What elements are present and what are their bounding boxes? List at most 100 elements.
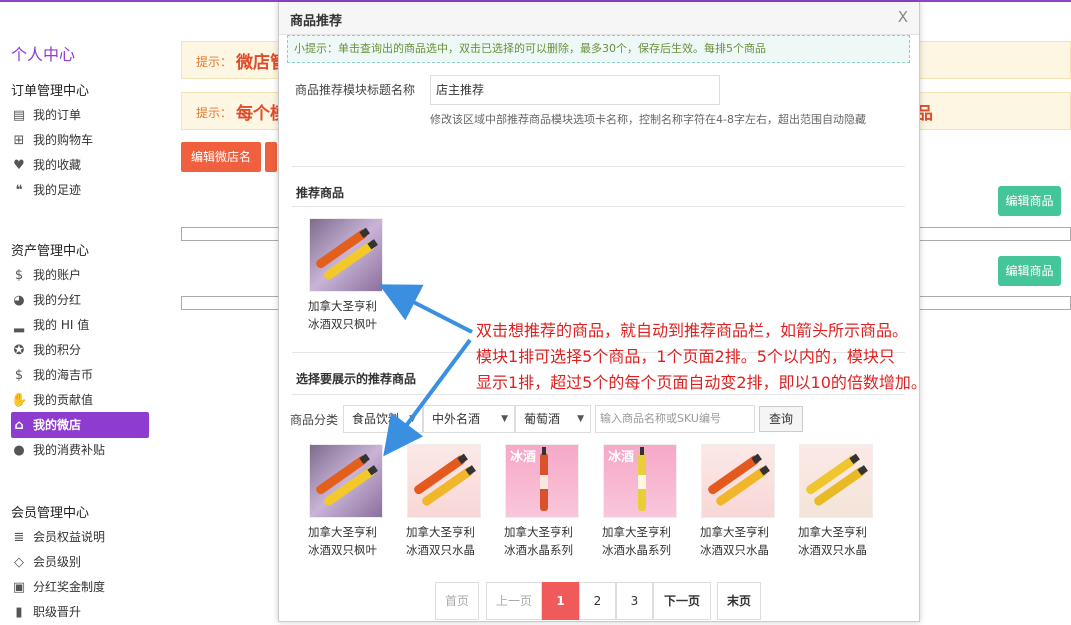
diamond-icon: ◇ bbox=[14, 554, 24, 570]
sidebar-item[interactable]: ◕ 我的分红 bbox=[11, 287, 149, 313]
sidebar-item-label: 我的微店 bbox=[33, 418, 82, 432]
sidebar-item[interactable]: ⊞ 我的购物车 bbox=[11, 127, 149, 153]
annotation-line: 双击想推荐的商品，就自动到推荐商品栏，如箭头所示商品。 bbox=[476, 321, 909, 340]
product-name: 加拿大圣亨利冰酒双只水晶 bbox=[406, 525, 475, 557]
title-input[interactable]: 店主推荐 bbox=[430, 75, 720, 105]
category-select-1[interactable]: 食品饮料 ▼ bbox=[343, 405, 423, 433]
product-card[interactable]: 冰酒加拿大圣亨利冰酒水晶系列 bbox=[504, 444, 579, 559]
product-card[interactable]: 冰酒 加拿大圣亨利冰酒水晶系列 bbox=[602, 444, 677, 559]
piggy-bank-icon: ● bbox=[13, 442, 25, 458]
sidebar-item[interactable]: ✪ 我的积分 bbox=[11, 337, 149, 363]
svg-text:冰酒: 冰酒 bbox=[608, 449, 634, 465]
query-button[interactable]: 查询 bbox=[759, 406, 803, 432]
select-value: 葡萄酒 bbox=[524, 412, 561, 426]
heart-icon: ♥ bbox=[13, 157, 25, 173]
cart-icon: ⊞ bbox=[13, 132, 25, 148]
category-label: 商品分类 bbox=[290, 413, 339, 427]
sidebar-section-title: 会员管理中心 bbox=[11, 506, 90, 521]
document-icon: ≣ bbox=[13, 529, 25, 545]
product-card[interactable]: 加拿大圣亨利冰酒双只枫叶 bbox=[308, 444, 383, 559]
sidebar-item-label: 会员级别 bbox=[33, 555, 82, 569]
category-select-3[interactable]: 葡萄酒 ▼ bbox=[515, 405, 591, 433]
chevron-down-icon: ▼ bbox=[501, 414, 508, 424]
sidebar-item-label: 我的分红 bbox=[33, 293, 82, 307]
footprint-icon: ❝ bbox=[15, 182, 23, 198]
product-image bbox=[407, 444, 481, 518]
select-value: 中外名酒 bbox=[432, 412, 481, 426]
product-image bbox=[309, 444, 383, 518]
category-select-2[interactable]: 中外名酒 ▼ bbox=[423, 405, 515, 433]
tip-label: 提示： bbox=[196, 106, 233, 120]
recommended-product[interactable]: 加拿大圣亨利冰酒双只枫叶 bbox=[308, 218, 383, 333]
sidebar-item-label: 职级晋升 bbox=[33, 605, 82, 619]
shop-icon: ⌂ bbox=[14, 417, 24, 433]
recommend-dialog: 商品推荐 X 小提示：单击查询出的商品选中，双击已选择的可以删除，最多30个，保… bbox=[278, 2, 920, 622]
product-card[interactable]: 加拿大圣亨利冰酒双只水晶 bbox=[406, 444, 481, 559]
sidebar-item[interactable]: ❝ 我的足迹 bbox=[11, 177, 149, 203]
coin-bag-icon: $ bbox=[14, 367, 24, 383]
annotation-line: 显示1排，超过5个的每个页面自动变2排，即以10的倍数增加。 bbox=[476, 373, 927, 392]
product-name: 加拿大圣亨利冰酒水晶系列 bbox=[504, 525, 573, 557]
sidebar-item[interactable]: ● 我的消费补贴 bbox=[11, 437, 149, 463]
sidebar-item-label: 分红奖金制度 bbox=[33, 580, 106, 594]
page-button-2[interactable]: 2 bbox=[579, 582, 616, 620]
pie-chart-icon: ◕ bbox=[13, 292, 25, 308]
edit-goods-button[interactable]: 编辑商品 bbox=[998, 256, 1061, 286]
search-input[interactable]: 输入商品名称或SKU编号 bbox=[595, 405, 755, 433]
sidebar-item-label: 我的订单 bbox=[33, 108, 82, 122]
prev-page-button[interactable]: 上一页 bbox=[486, 582, 542, 620]
sidebar-item[interactable]: ▣ 分红奖金制度 bbox=[11, 574, 149, 600]
chevron-down-icon: ▼ bbox=[577, 414, 584, 424]
sidebar-item[interactable]: ≣ 会员权益说明 bbox=[11, 524, 149, 550]
product-card[interactable]: 加拿大圣亨利冰酒双只水晶 bbox=[700, 444, 775, 559]
sidebar-item[interactable]: ✋ 我的贡献值 bbox=[11, 387, 149, 413]
chevron-down-icon: ▼ bbox=[409, 414, 416, 424]
dialog-header: 商品推荐 X bbox=[279, 2, 919, 35]
title-field-label: 商品推荐模块标题名称 bbox=[295, 83, 416, 97]
edit-goods-button[interactable]: 编辑商品 bbox=[998, 186, 1061, 216]
product-name: 加拿大圣亨利冰酒双只枫叶 bbox=[308, 525, 377, 557]
edit-button-partial[interactable] bbox=[265, 142, 277, 172]
last-page-button[interactable]: 末页 bbox=[717, 582, 761, 620]
dialog-tip: 小提示：单击查询出的商品选中，双击已选择的可以删除，最多30个，保存后生效。每排… bbox=[287, 35, 910, 63]
sidebar-item[interactable]: ▮ 职级晋升 bbox=[11, 599, 149, 625]
first-page-button[interactable]: 首页 bbox=[435, 582, 479, 620]
select-value: 食品饮料 bbox=[352, 412, 401, 426]
dialog-title: 商品推荐 bbox=[290, 14, 343, 29]
sidebar-section-title: 资产管理中心 bbox=[11, 244, 90, 259]
product-name: 加拿大圣亨利冰酒双只水晶 bbox=[798, 525, 867, 557]
rank-icon: ▮ bbox=[15, 604, 23, 620]
next-page-button[interactable]: 下一页 bbox=[653, 582, 711, 620]
close-icon[interactable]: X bbox=[898, 8, 908, 26]
product-image bbox=[799, 444, 873, 518]
medal-icon: ✪ bbox=[13, 342, 25, 358]
sidebar-section-title: 订单管理中心 bbox=[11, 84, 90, 99]
sidebar-item[interactable]: ◇ 会员级别 bbox=[11, 549, 149, 575]
sidebar-item-label: 我的消费补贴 bbox=[33, 443, 106, 457]
sidebar-item-label: 我的账户 bbox=[33, 268, 82, 282]
product-image bbox=[701, 444, 775, 518]
product-image: 冰酒 bbox=[603, 444, 677, 518]
sidebar-item-label: 我的收藏 bbox=[33, 158, 82, 172]
sidebar-item[interactable]: ▂ 我的 HI 值 bbox=[11, 312, 149, 338]
title-field-hint: 修改该区域中部推荐商品模块选项卡名称，控制名称字符在4-8字左右，超出范围自动隐… bbox=[430, 113, 866, 126]
sidebar-item-label: 我的积分 bbox=[33, 343, 82, 357]
page-button-3[interactable]: 3 bbox=[616, 582, 653, 620]
product-name: 加拿大圣亨利冰酒双只水晶 bbox=[700, 525, 769, 557]
annotation-text: 双击想推荐的商品，就自动到推荐商品栏，如箭头所示商品。 模块1排可选择5个商品，… bbox=[476, 318, 1036, 396]
money-bag-icon: $ bbox=[14, 267, 24, 283]
edit-shop-name-button[interactable]: 编辑微店名 bbox=[181, 142, 262, 172]
sidebar-item-label: 我的足迹 bbox=[33, 183, 82, 197]
page-button-1[interactable]: 1 bbox=[542, 582, 579, 620]
sidebar-item[interactable]: ♥ 我的收藏 bbox=[11, 152, 149, 178]
select-heading: 选择要展示的推荐商品 bbox=[296, 372, 417, 386]
annotation-line: 模块1排可选择5个商品，1个页面2排。5个以内的，模块只 bbox=[476, 347, 895, 366]
bar-chart-icon: ▂ bbox=[14, 317, 24, 333]
sidebar-item[interactable]: $ 我的海吉币 bbox=[11, 362, 149, 388]
sidebar-item[interactable]: $ 我的账户 bbox=[11, 262, 149, 288]
svg-text:冰酒: 冰酒 bbox=[510, 449, 536, 465]
certificate-icon: ▣ bbox=[12, 579, 26, 595]
sidebar-item[interactable]: ▤ 我的订单 bbox=[11, 102, 149, 128]
sidebar-item[interactable]: ⌂ 我的微店 bbox=[11, 412, 149, 438]
product-card[interactable]: 加拿大圣亨利冰酒双只水晶 bbox=[798, 444, 873, 559]
